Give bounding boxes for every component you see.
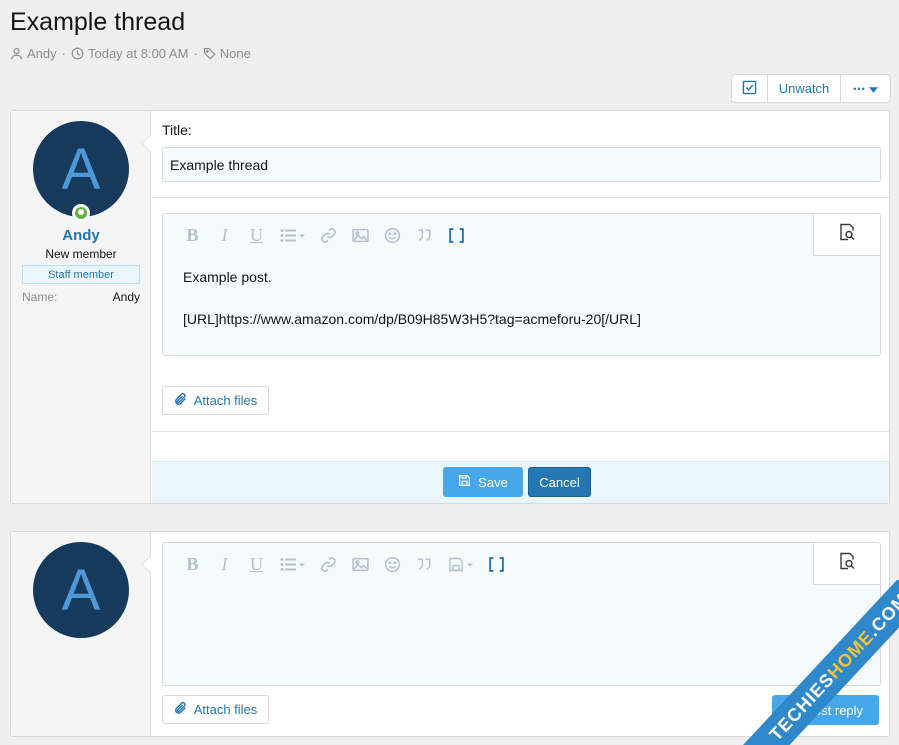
smiley-icon[interactable] (383, 555, 402, 574)
preview-icon (838, 552, 856, 575)
checkbox-icon (742, 80, 757, 98)
preview-button[interactable] (813, 543, 880, 585)
info-value: Andy (112, 290, 140, 304)
more-label: ••• (853, 83, 866, 94)
divider (152, 197, 889, 198)
save-label: Save (478, 474, 508, 490)
editor-line: Example post. (183, 269, 272, 285)
user-title: New member (45, 247, 117, 261)
edit-post-card: A Andy New member Staff member Name: And… (10, 110, 890, 504)
bold-icon[interactable]: B (183, 554, 202, 574)
quote-icon[interactable] (415, 555, 434, 574)
clock-icon (71, 47, 84, 60)
quick-reply-card: A B I U Attach files ost reply (10, 531, 890, 737)
title-input[interactable] (162, 147, 881, 182)
bbcode-toggle-icon[interactable] (487, 555, 506, 574)
list-dropdown-icon[interactable] (279, 226, 306, 245)
attach-files-label: Attach files (193, 393, 258, 408)
underline-icon[interactable]: U (247, 225, 266, 245)
italic-icon[interactable]: I (215, 225, 234, 245)
divider (152, 431, 889, 432)
thread-tags: None (219, 46, 251, 61)
post-editor[interactable]: B I U Example post. [URL]https://www.ama… (162, 213, 881, 356)
more-options-button[interactable]: ••• (841, 75, 890, 102)
save-icon (458, 474, 471, 490)
list-dropdown-icon[interactable] (279, 555, 306, 574)
editor-toolbar: B I U (163, 543, 813, 585)
staff-badge: Staff member (22, 265, 140, 284)
select-toggle-button[interactable] (732, 75, 768, 102)
preview-button[interactable] (813, 214, 880, 256)
underline-icon[interactable]: U (247, 554, 266, 574)
watch-controls: Unwatch ••• (731, 74, 891, 103)
paperclip-icon (174, 392, 188, 409)
page-title: Example thread (10, 8, 186, 36)
attach-files-button[interactable]: Attach files (162, 695, 269, 724)
quote-icon[interactable] (415, 226, 434, 245)
thread-date[interactable]: Today at 8:00 AM (88, 46, 188, 61)
post-reply-button[interactable]: ost reply (772, 695, 879, 725)
attach-files-label: Attach files (193, 702, 258, 717)
image-icon[interactable] (351, 555, 370, 574)
meta-separator: · (193, 46, 198, 61)
link-icon[interactable] (319, 226, 338, 245)
save-button[interactable]: Save (443, 467, 523, 497)
reply-editor[interactable]: B I U (162, 542, 881, 686)
drafts-dropdown-icon[interactable] (447, 555, 474, 574)
smiley-icon[interactable] (383, 226, 402, 245)
post-reply-label: ost reply (813, 702, 864, 718)
preview-icon (838, 223, 856, 246)
cancel-button[interactable]: Cancel (528, 467, 591, 497)
user-info-row: Name: Andy (22, 290, 140, 304)
info-key: Name: (22, 290, 58, 304)
image-icon[interactable] (351, 226, 370, 245)
title-label: Title: (162, 122, 192, 138)
avatar[interactable]: A (33, 121, 129, 217)
tag-icon (203, 47, 216, 60)
editor-line: [URL]https://www.amazon.com/dp/B09H85W3H… (183, 311, 641, 327)
editor-content[interactable]: Example post. [URL]https://www.amazon.co… (183, 267, 860, 351)
paperclip-icon (174, 701, 188, 718)
user-sidebar: A Andy New member Staff member Name: And… (11, 111, 151, 503)
unwatch-button[interactable]: Unwatch (768, 75, 841, 102)
online-indicator-icon (72, 204, 90, 222)
form-footer: Save Cancel (152, 461, 889, 503)
user-icon (10, 47, 23, 60)
attach-files-button[interactable]: Attach files (162, 386, 269, 415)
thread-meta: Andy · Today at 8:00 AM · None (10, 46, 251, 61)
username-link[interactable]: Andy (11, 227, 151, 244)
editor-toolbar: B I U (163, 214, 813, 256)
bbcode-toggle-icon[interactable] (447, 226, 466, 245)
user-sidebar: A (11, 532, 151, 736)
meta-separator: · (61, 46, 66, 61)
bold-icon[interactable]: B (183, 225, 202, 245)
avatar[interactable]: A (33, 542, 129, 638)
caret-down-icon (868, 81, 878, 96)
italic-icon[interactable]: I (215, 554, 234, 574)
link-icon[interactable] (319, 555, 338, 574)
thread-author[interactable]: Andy (27, 46, 57, 61)
